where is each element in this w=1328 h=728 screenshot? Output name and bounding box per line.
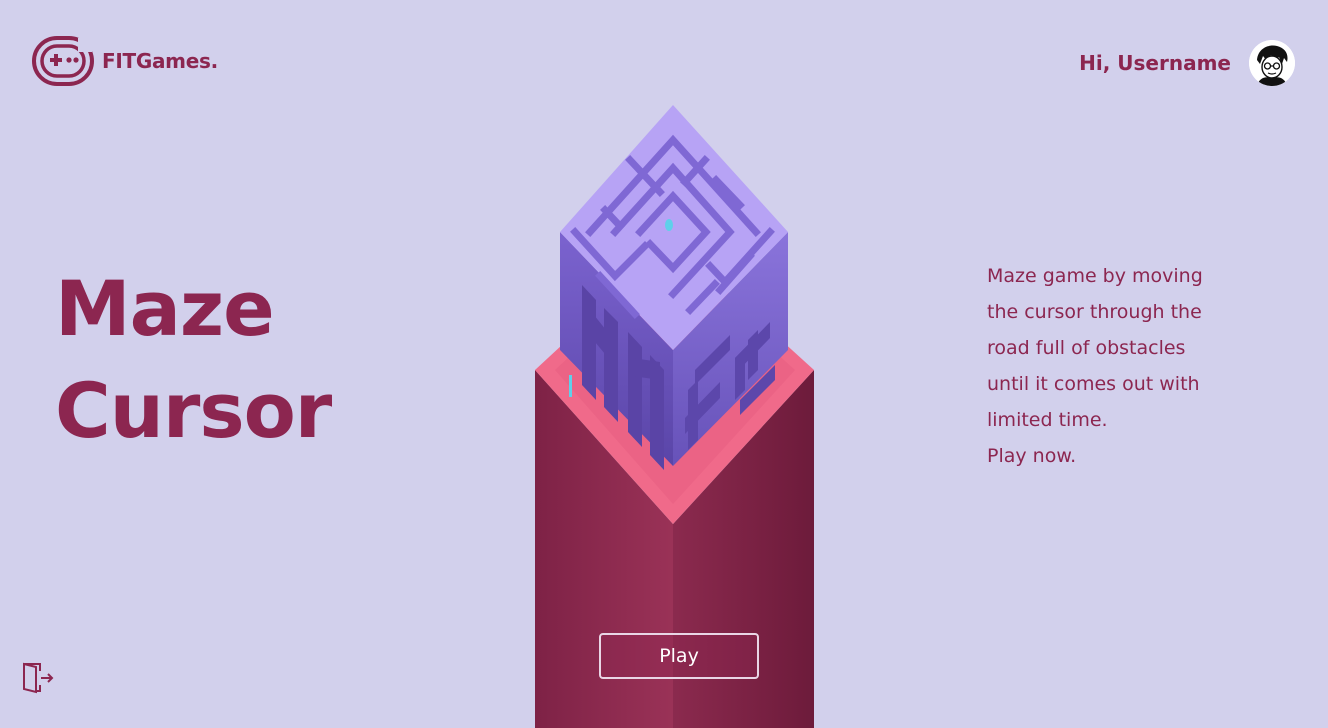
user-avatar-icon — [1249, 40, 1295, 86]
avatar[interactable] — [1249, 40, 1295, 86]
description-line: limited time. — [987, 409, 1108, 431]
description-line: until it comes out with — [987, 373, 1200, 395]
user-greeting: Hi, Username — [1079, 51, 1231, 75]
game-title-line-1: Maze — [55, 264, 275, 353]
game-detail-page: FITGames. Hi, Username Maze Cursor Maze … — [0, 0, 1328, 728]
game-title: Maze Cursor — [55, 258, 332, 462]
description-line: road full of obstacles — [987, 337, 1186, 359]
game-title-line-2: Cursor — [55, 366, 332, 455]
brand-name: FITGames. — [102, 49, 218, 73]
logout-icon — [23, 662, 54, 694]
play-button[interactable]: Play — [599, 633, 759, 679]
description-line: Maze game by moving — [987, 265, 1203, 287]
game-description: Maze game by moving the cursor through t… — [987, 258, 1247, 474]
brand-logo[interactable]: FITGames. — [32, 36, 218, 86]
description-line: the cursor through the — [987, 301, 1202, 323]
logout-button[interactable] — [20, 661, 54, 695]
gamepad-icon — [32, 36, 94, 86]
description-line: Play now. — [987, 445, 1077, 467]
